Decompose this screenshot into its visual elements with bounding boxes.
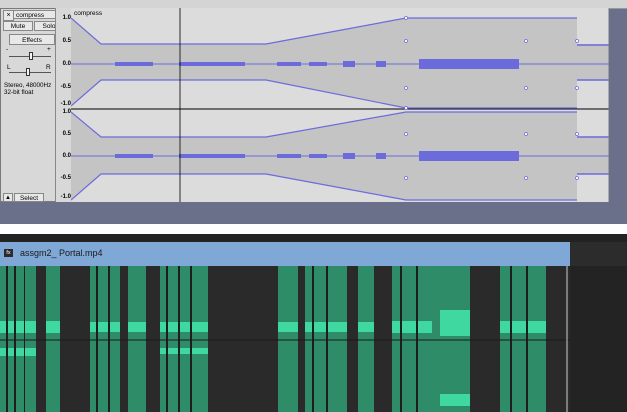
- pan-right-label: R: [46, 64, 51, 71]
- ruler-ch1-0-5: 0.5: [62, 38, 71, 44]
- select-track-button[interactable]: Select: [14, 193, 44, 202]
- ruler-ch2-neg-1-0: -1.0: [60, 194, 71, 200]
- audacity-bottom-area: [0, 202, 627, 224]
- gain-slider-thumb[interactable]: [29, 52, 33, 60]
- ruler-ch2-0-5: 0.5: [62, 131, 71, 137]
- effects-button[interactable]: Effects: [9, 34, 55, 45]
- empty-track-area: [570, 242, 627, 266]
- track-name-menu[interactable]: compress: [13, 10, 57, 19]
- ruler-ch2-neg-0-5: -0.5: [60, 175, 71, 181]
- fx-badge-icon[interactable]: fx: [4, 249, 13, 257]
- pan-left-label: L: [7, 64, 11, 71]
- ruler-ch2-0-0: 0.0: [62, 153, 71, 159]
- ruler-ch1-1-0: 1.0: [62, 15, 71, 21]
- premiere-timeline: fx assgm2_ Portal.mp4: [0, 234, 627, 412]
- collapse-track-icon[interactable]: ▲: [3, 193, 13, 202]
- clip-name: assgm2_ Portal.mp4: [20, 248, 103, 258]
- pan-slider-track[interactable]: [9, 72, 51, 73]
- ruler-ch1-neg-0-5: -0.5: [60, 84, 71, 90]
- ruler-ch2-1-0: 1.0: [62, 109, 71, 115]
- vertical-amplitude-ruler: 1.0 0.5 0.0 -0.5 -1.0 1.0 0.5 0.0 -0.5 -…: [55, 8, 72, 202]
- waveform-canvas[interactable]: compress: [71, 8, 609, 202]
- clip-audio-waveform[interactable]: [0, 266, 570, 412]
- track-bitdepth-info: 32-bit float: [4, 89, 34, 96]
- ruler-ch1-0-0: 0.0: [62, 61, 71, 67]
- ruler-ch1-neg-1-0: -1.0: [60, 101, 71, 107]
- pan-slider-thumb[interactable]: [26, 68, 30, 76]
- audacity-window: × compress ▼ Mute Solo Effects - + L R S…: [0, 0, 627, 224]
- clip-title: compress: [74, 10, 103, 17]
- clip-header[interactable]: fx assgm2_ Portal.mp4: [0, 242, 570, 266]
- track-format-info: Stereo, 48000Hz: [4, 82, 52, 89]
- mute-button[interactable]: Mute: [3, 21, 33, 31]
- gain-minus-label: -: [6, 46, 9, 53]
- separator: [0, 224, 627, 234]
